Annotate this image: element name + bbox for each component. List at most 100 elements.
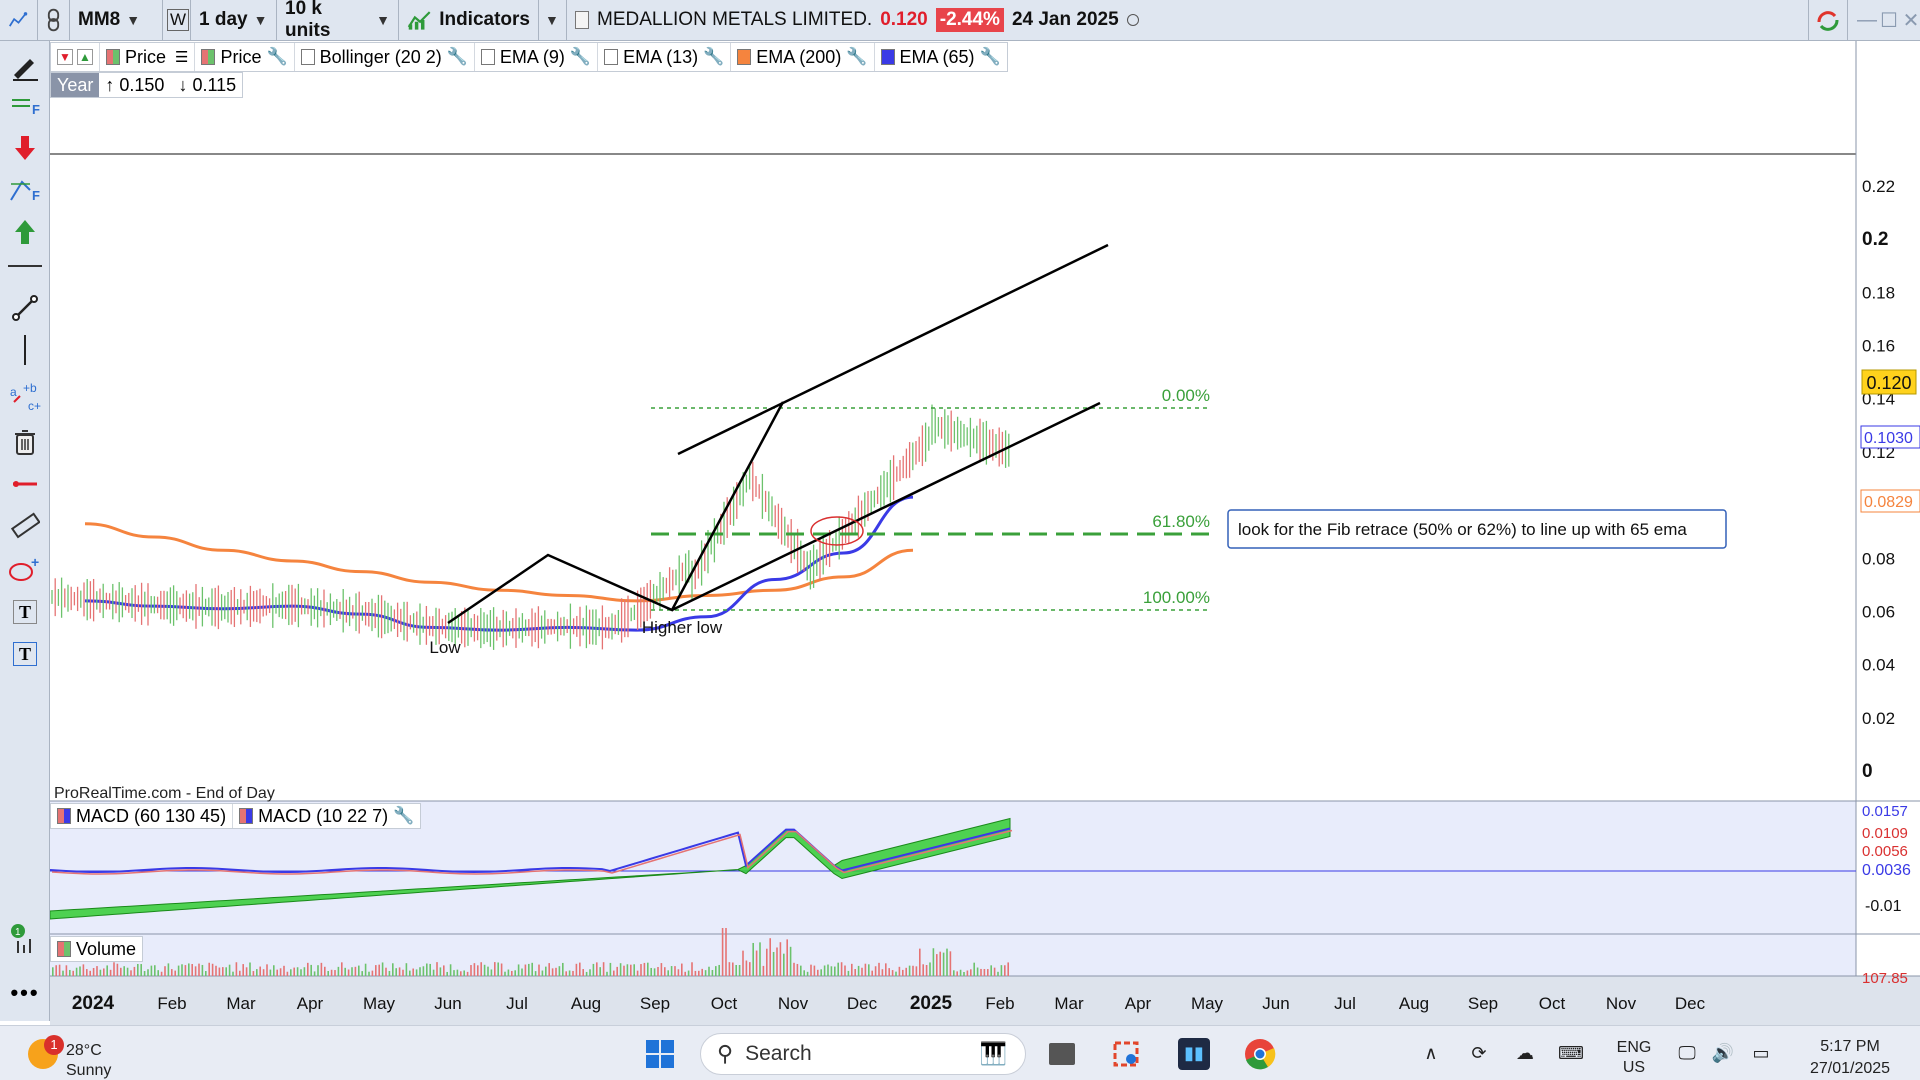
vpn-icon[interactable]: ☁ (1508, 1026, 1542, 1080)
period-code: W (167, 9, 190, 31)
y-tick-label: 0.16 (1862, 337, 1895, 356)
move-up-icon[interactable]: ▲ (77, 49, 93, 65)
volume-bar (623, 965, 625, 976)
chart-type-icon[interactable] (0, 0, 38, 41)
volume-bar (670, 966, 673, 976)
timeframe-label: 1 day (199, 9, 248, 30)
list-icon[interactable]: ☰ (175, 48, 188, 66)
vertical-line-icon[interactable] (8, 333, 42, 367)
taskbar-search[interactable]: ⚲ Search 🎹 (700, 1033, 1026, 1075)
indicator-legend: ▼ ▲ Price ☰ Price 🔧 Bollinger (20 2) 🔧 E… (50, 42, 1008, 72)
wrench-icon[interactable]: 🔧 (570, 47, 591, 67)
change-badge: -2.44% (935, 8, 1004, 32)
trendline-icon[interactable] (8, 291, 42, 325)
chevron-down-icon: ▼ (126, 12, 141, 28)
buy-arrow-icon[interactable] (8, 215, 42, 249)
symbol-selector[interactable]: MM8 ▼ (70, 0, 163, 41)
ruler-icon[interactable] (8, 509, 42, 543)
move-down-icon[interactable]: ▼ (57, 49, 73, 65)
windows-start-icon[interactable] (636, 1026, 684, 1080)
volume-bar (330, 969, 333, 976)
volume-bar (925, 965, 928, 976)
volume-bar (538, 964, 540, 976)
weather-widget[interactable]: 1 28°C Sunny (28, 1026, 138, 1080)
info-icon[interactable] (575, 11, 589, 29)
wrench-icon[interactable]: 🔧 (980, 47, 1001, 67)
sync-icon[interactable]: ⟳ (1462, 1026, 1496, 1080)
volume-bar (89, 970, 91, 976)
wrench-icon[interactable]: 🔧 (447, 47, 468, 67)
trash-icon[interactable] (8, 425, 42, 459)
link-icon[interactable] (38, 0, 70, 41)
chrome-icon[interactable] (1238, 1026, 1282, 1080)
legend-price-1[interactable]: Price ☰ (100, 43, 196, 71)
units-selector[interactable]: 10 k units ▼ (277, 0, 399, 41)
task-view-icon[interactable] (1040, 1026, 1084, 1080)
volume-bar (392, 963, 394, 976)
indicators-dropdown[interactable]: ▼ (539, 0, 567, 41)
volume-bar (120, 967, 122, 976)
wrench-icon[interactable]: 🔧 (393, 806, 414, 826)
legend-ema13[interactable]: EMA (13) 🔧 (598, 43, 732, 71)
x-tick-label: Aug (571, 994, 601, 1013)
language-indicator[interactable]: ENG US (1604, 1030, 1664, 1080)
legend-bollinger[interactable]: Bollinger (20 2) 🔧 (295, 43, 475, 71)
alerts-icon[interactable]: 1 (8, 921, 42, 955)
sell-arrow-icon[interactable] (8, 131, 42, 165)
indicators-button[interactable]: Indicators (399, 0, 539, 41)
wrench-icon[interactable]: 🔧 (846, 47, 867, 67)
volume-bar (983, 968, 986, 976)
annotation-box[interactable]: look for the Fib retrace (50% or 62%) to… (1227, 509, 1727, 549)
timeframe-selector[interactable]: 1 day ▼ (191, 0, 277, 41)
volume-bar (143, 971, 146, 976)
text-abc-icon[interactable]: a +b c+ (8, 381, 42, 415)
volume-bar (344, 967, 346, 976)
volume-legend[interactable]: Volume (50, 936, 144, 962)
year-low-value: 0.115 (192, 74, 237, 95)
battery-icon[interactable]: ▭ (1744, 1026, 1778, 1080)
macd-swatch (57, 808, 71, 824)
keyboard-icon[interactable]: ⌨ (1554, 1026, 1588, 1080)
legend-ema9[interactable]: EMA (9) 🔧 (475, 43, 599, 71)
volume-bar (466, 971, 469, 976)
text-box-icon[interactable]: T (8, 637, 42, 671)
fibonacci-icon[interactable]: F (8, 173, 42, 207)
volume-bar (905, 967, 907, 976)
legend-ema65[interactable]: EMA (65) 🔧 (875, 43, 1007, 71)
delete-line-icon[interactable] (8, 467, 42, 501)
legend-macd-1[interactable]: MACD (60 130 45) (51, 804, 234, 828)
volume-bar (453, 970, 455, 976)
wrench-icon[interactable]: 🔧 (703, 47, 724, 67)
text-tool-icon[interactable]: T (8, 595, 42, 629)
volume-bar (177, 965, 180, 976)
wrench-icon[interactable]: 🔧 (266, 47, 287, 67)
prorealtime-icon[interactable]: ▮▮ (1172, 1026, 1216, 1080)
clock[interactable]: 5:17 PM 27/01/2025 (1790, 1030, 1910, 1080)
legend-macd-2[interactable]: MACD (10 22 7) 🔧 (233, 804, 420, 828)
volume-bar (953, 970, 955, 976)
legend-ema200[interactable]: EMA (200) 🔧 (731, 43, 875, 71)
legend-price-2[interactable]: Price 🔧 (195, 43, 295, 71)
monitor-icon[interactable]: 🖵 (1670, 1026, 1704, 1080)
volume-icon[interactable]: 🔊 (1706, 1026, 1740, 1080)
volume-bar (116, 963, 119, 976)
chevron-up-icon[interactable]: ∧ (1416, 1026, 1446, 1080)
ema200-swatch (737, 49, 752, 65)
volume-bar (208, 962, 210, 976)
period-button[interactable]: W (163, 0, 191, 41)
more-icon[interactable]: ••• (8, 976, 42, 1010)
volume-bar (664, 967, 666, 976)
y-tick-label: 0.22 (1862, 177, 1895, 196)
ellipse-icon[interactable]: + (8, 553, 42, 587)
legend-label: MACD (10 22 7) (258, 805, 389, 826)
legend-volume[interactable]: Volume (51, 937, 142, 961)
refresh-icon[interactable] (1808, 0, 1848, 41)
pencil-icon[interactable] (8, 49, 42, 83)
chart-area[interactable]: 0.00% 61.80% 100.00% Low Higher low look… (50, 41, 1920, 1025)
price-chart[interactable]: 0.00% 61.80% 100.00% Low Higher low look… (50, 41, 1920, 1025)
close-icon[interactable]: ✕ (1894, 0, 1920, 41)
horizontal-line-f-icon[interactable]: F (8, 89, 42, 123)
snipping-tool-icon[interactable] (1104, 1026, 1148, 1080)
weather-temp: 28°C (66, 1041, 102, 1059)
legend-label: EMA (65) (899, 46, 975, 67)
